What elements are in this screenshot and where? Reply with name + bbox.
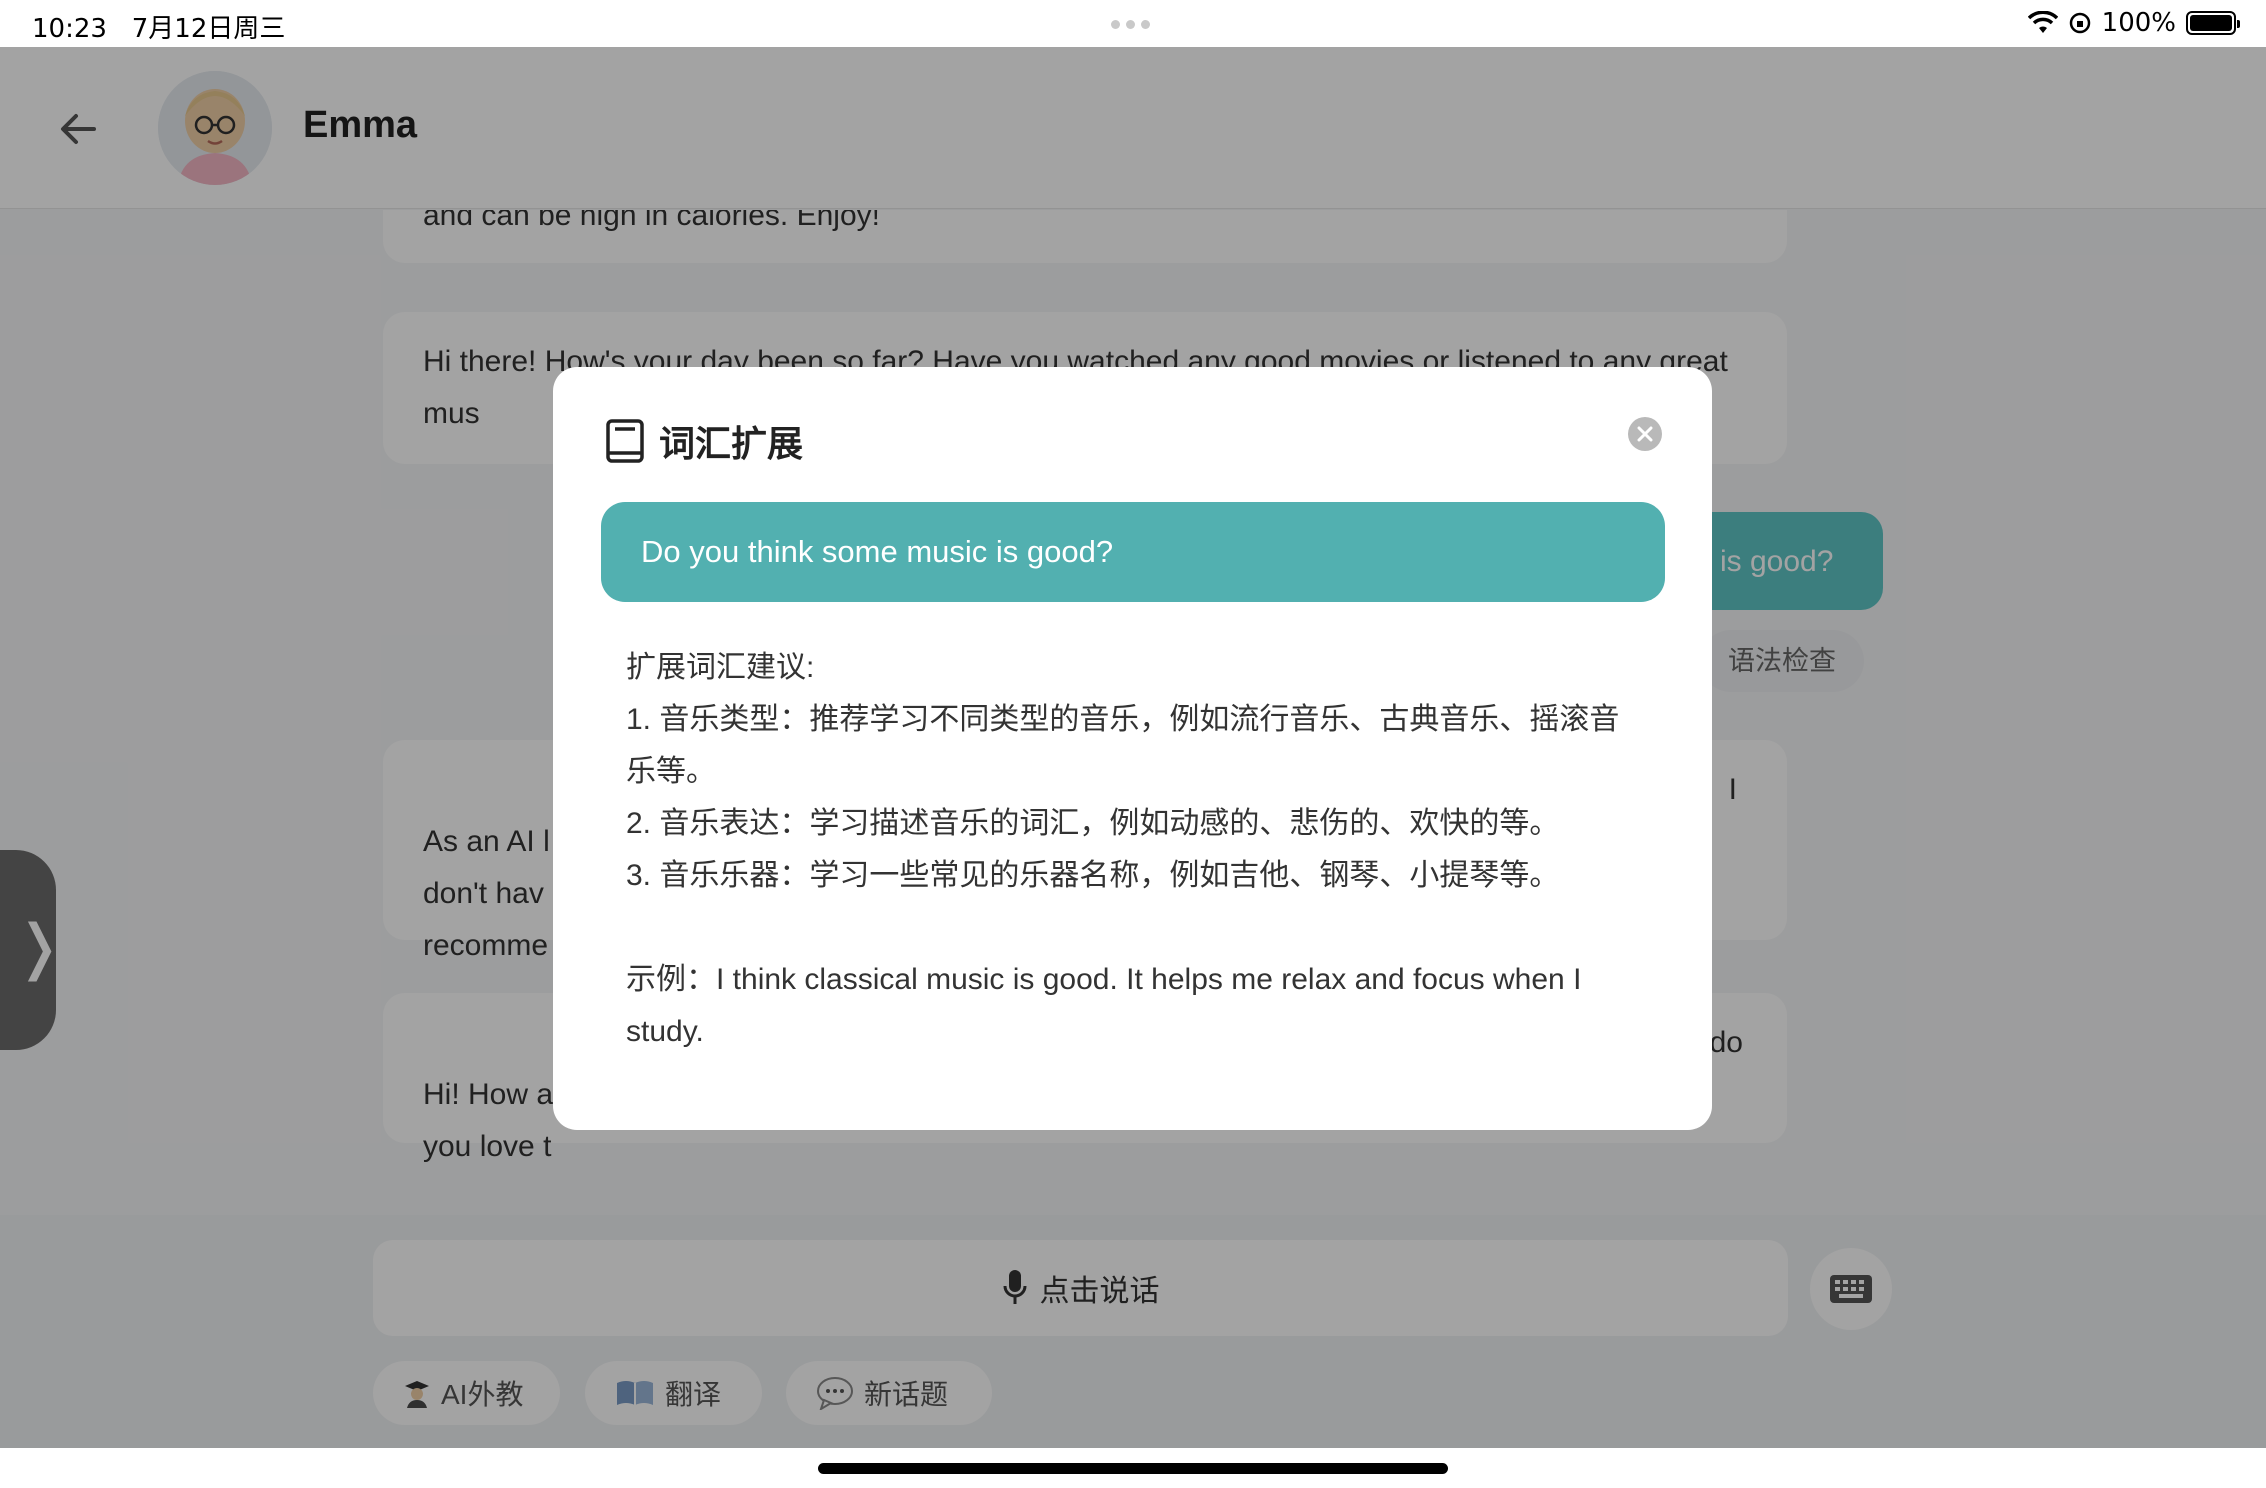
multitask-dots[interactable]: [1111, 20, 1150, 29]
battery-percent: 100%: [2101, 8, 2176, 38]
dialog-header: 词汇扩展: [605, 415, 803, 467]
wifi-icon: [2027, 11, 2058, 33]
vocabulary-expansion-dialog: 词汇扩展 Do you think some music is good? 扩展…: [553, 367, 1712, 1130]
close-circle-icon: [1637, 426, 1653, 442]
example-sentence: 示例：I think classical music is good. It h…: [626, 963, 1582, 1048]
suggestion-item: 2. 音乐表达：学习描述音乐的词汇，例如动感的、悲伤的、欢快的等。: [626, 807, 1560, 840]
suggestion-item: 3. 音乐乐器：学习一些常见的乐器名称，例如吉他、钢琴、小提琴等。: [626, 859, 1560, 892]
status-time: 10:23 7月12日周三: [32, 14, 286, 44]
notebook-icon: [606, 419, 644, 463]
suggestion-heading: 扩展词汇建议:: [626, 651, 815, 684]
close-button[interactable]: [1628, 417, 1662, 451]
status-bar: 10:23 7月12日周三 100%: [0, 0, 2266, 47]
suggestion-item: 1. 音乐类型：推荐学习不同类型的音乐，例如流行音乐、古典音乐、摇滚音乐等。: [626, 703, 1620, 788]
vocabulary-suggestions: 扩展词汇建议: 1. 音乐类型：推荐学习不同类型的音乐，例如流行音乐、古典音乐、…: [626, 642, 1646, 1058]
status-indicators: 100%: [2027, 8, 2240, 38]
dialog-title: 词汇扩展: [659, 423, 804, 464]
spacer-line: [626, 902, 1646, 954]
status-date: 7月12日周三: [131, 14, 286, 44]
home-indicator[interactable]: [818, 1463, 1448, 1474]
rotation-lock-icon: [2069, 12, 2090, 34]
battery-icon: [2186, 11, 2240, 35]
source-sentence: Do you think some music is good?: [601, 502, 1665, 602]
